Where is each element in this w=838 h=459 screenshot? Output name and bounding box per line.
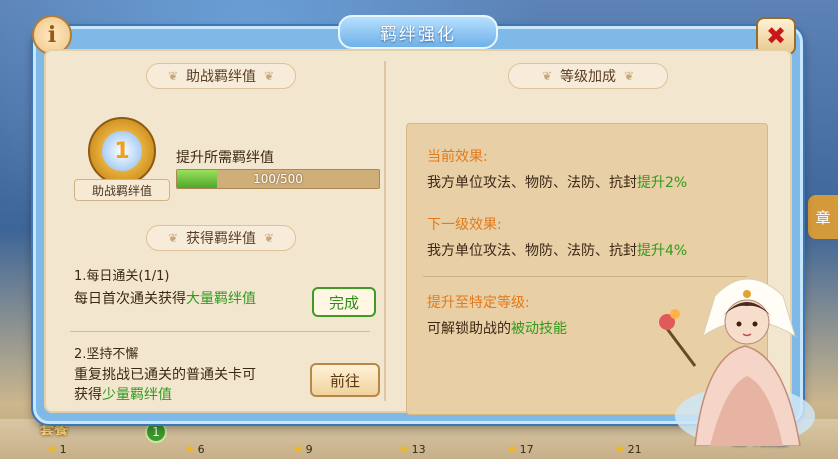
star-count: ★ 13 [398, 442, 426, 457]
medal-level: 1 [102, 131, 142, 171]
medal-label: 助战羁绊值 [74, 179, 170, 201]
current-effect-text: 我方单位攻法、物防、法防、抗封提升2% [427, 175, 688, 191]
star-icon: ★ [46, 442, 58, 457]
star-count: ★ 1 [46, 442, 67, 457]
task-complete-button[interactable]: 完成 [312, 287, 376, 317]
special-level-text: 可解锁助战的被动技能 [427, 321, 567, 337]
special-level-heading: 提升至特定等级: [427, 295, 530, 311]
task-go-button[interactable]: 前往 [310, 363, 380, 397]
helper-character-portrait [659, 278, 815, 446]
dialog-title: 羁绊强化 [338, 15, 498, 49]
section-header-bond-value: 助战羁绊值 [146, 63, 296, 89]
bond-medal: 1 助战羁绊值 [74, 113, 170, 209]
panel-divider [384, 61, 386, 401]
star-icon: ★ [506, 442, 518, 457]
star-icon: ★ [398, 442, 410, 457]
star-icon: ★ [184, 442, 196, 457]
star-count: ★ 9 [292, 442, 313, 457]
task-title: 2.坚持不懈 [74, 347, 139, 362]
task-description: 重复挑战已通关的普通关卡可 获得少量羁绊值 [74, 367, 256, 403]
star-count: ★ 6 [184, 442, 205, 457]
star-icon: ★ [614, 442, 626, 457]
bond-progress-bar: 100/500 [176, 169, 380, 189]
section-header-obtain: 获得羁绊值 [146, 225, 296, 251]
side-tab[interactable]: 章 [808, 195, 838, 239]
star-icon: ★ [292, 442, 304, 457]
task-description: 每日首次通关获得大量羁绊值 [74, 291, 256, 307]
requirement-label: 提升所需羁绊值 [176, 150, 274, 166]
divider [70, 331, 370, 332]
current-effect-heading: 当前效果: [427, 149, 488, 165]
star-count: ★ 17 [506, 442, 534, 457]
progress-text: 100/500 [253, 172, 303, 186]
left-panel: 助战羁绊值 1 助战羁绊值 提升所需羁绊值 100/500 获得羁绊值 1.每日… [56, 63, 386, 403]
stage-badge: 1 [145, 421, 167, 443]
section-header-level-bonus: 等级加成 [508, 63, 668, 89]
next-effect-heading: 下一级效果: [427, 217, 502, 233]
next-effect-text: 我方单位攻法、物防、法防、抗封提升4% [427, 243, 688, 259]
star-count: ★ 21 [614, 442, 642, 457]
task-title: 1.每日通关(1/1) [74, 269, 170, 284]
